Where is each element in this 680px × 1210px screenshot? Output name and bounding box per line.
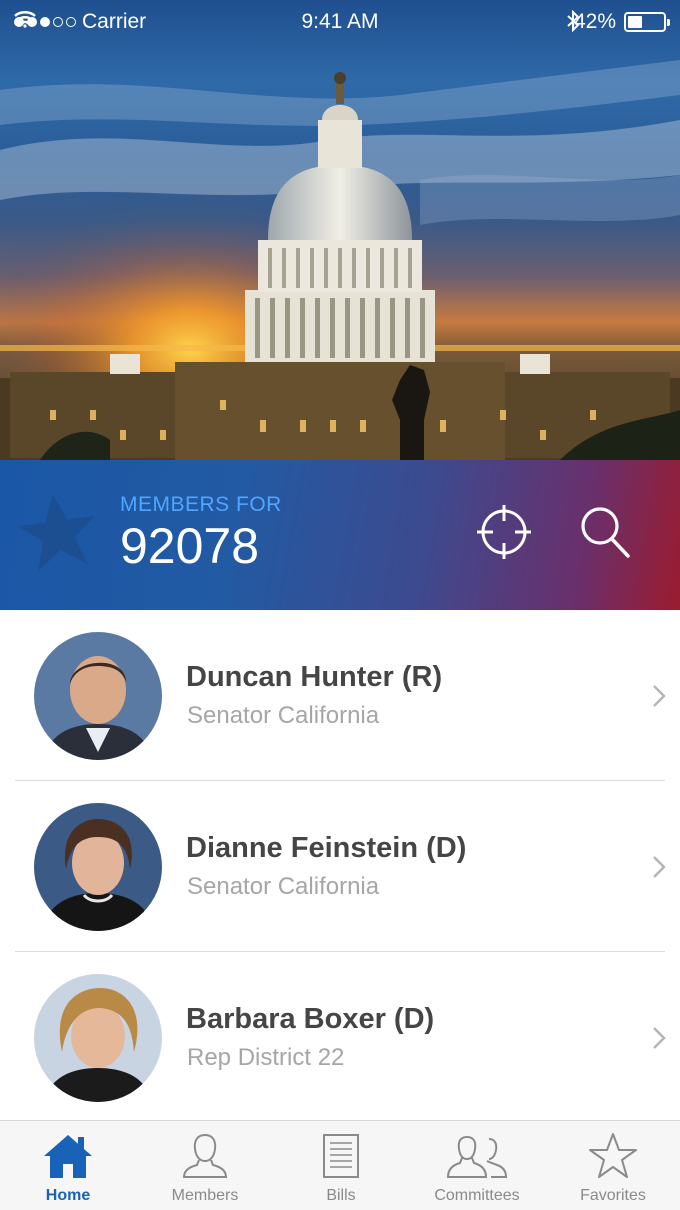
tab-label: Bills	[326, 1187, 356, 1204]
tab-committees[interactable]: Committees	[409, 1121, 545, 1210]
crosshair-icon	[474, 502, 534, 567]
people-icon	[445, 1131, 509, 1186]
members-banner: MEMBERS FOR 92078	[0, 460, 680, 610]
list-item[interactable]: Duncan Hunter (R) Senator California	[0, 610, 680, 781]
member-name: Barbara Boxer (D)	[186, 1003, 435, 1035]
tab-label: Committees	[434, 1187, 520, 1204]
search-button[interactable]	[576, 504, 636, 564]
battery-percent: 42%	[573, 10, 616, 33]
tab-home[interactable]: Home	[0, 1121, 136, 1210]
tab-bar: Home Members Bills Committees Favorites	[0, 1120, 680, 1210]
locate-button[interactable]	[474, 504, 534, 564]
battery-icon	[624, 12, 670, 32]
member-role: Senator California	[187, 702, 380, 729]
star-icon	[17, 492, 98, 577]
star-icon	[588, 1132, 638, 1185]
search-icon	[576, 502, 636, 567]
tab-label: Favorites	[580, 1187, 646, 1204]
member-role: Rep District 22	[187, 1044, 345, 1071]
chevron-right-icon	[652, 684, 666, 713]
avatar	[34, 974, 162, 1102]
document-icon	[321, 1133, 361, 1184]
member-name: Dianne Feinstein (D)	[186, 832, 467, 864]
list-item[interactable]: Barbara Boxer (D) Rep District 22	[0, 952, 680, 1123]
tab-label: Members	[171, 1187, 239, 1204]
members-for-label: MEMBERS FOR	[120, 493, 282, 516]
avatar	[34, 632, 162, 760]
chevron-right-icon	[652, 855, 666, 884]
zip-code: 92078	[120, 518, 260, 574]
avatar	[34, 803, 162, 931]
list-item[interactable]: Dianne Feinstein (D) Senator California	[0, 781, 680, 952]
house-icon	[40, 1132, 96, 1185]
tab-bills[interactable]: Bills	[273, 1121, 409, 1210]
person-icon	[181, 1131, 229, 1186]
chevron-right-icon	[652, 1026, 666, 1055]
member-role: Senator California	[187, 873, 380, 900]
capitol-illustration	[0, 0, 680, 460]
tab-members[interactable]: Members	[137, 1121, 273, 1210]
members-list: Duncan Hunter (R) Senator California Dia…	[0, 610, 680, 1123]
hero-image: Carrier 9:41 AM 42%	[0, 0, 680, 460]
tab-label: Home	[45, 1187, 91, 1204]
member-name: Duncan Hunter (R)	[186, 661, 443, 693]
tab-favorites[interactable]: Favorites	[545, 1121, 680, 1210]
status-bar: Carrier 9:41 AM 42%	[0, 0, 680, 46]
